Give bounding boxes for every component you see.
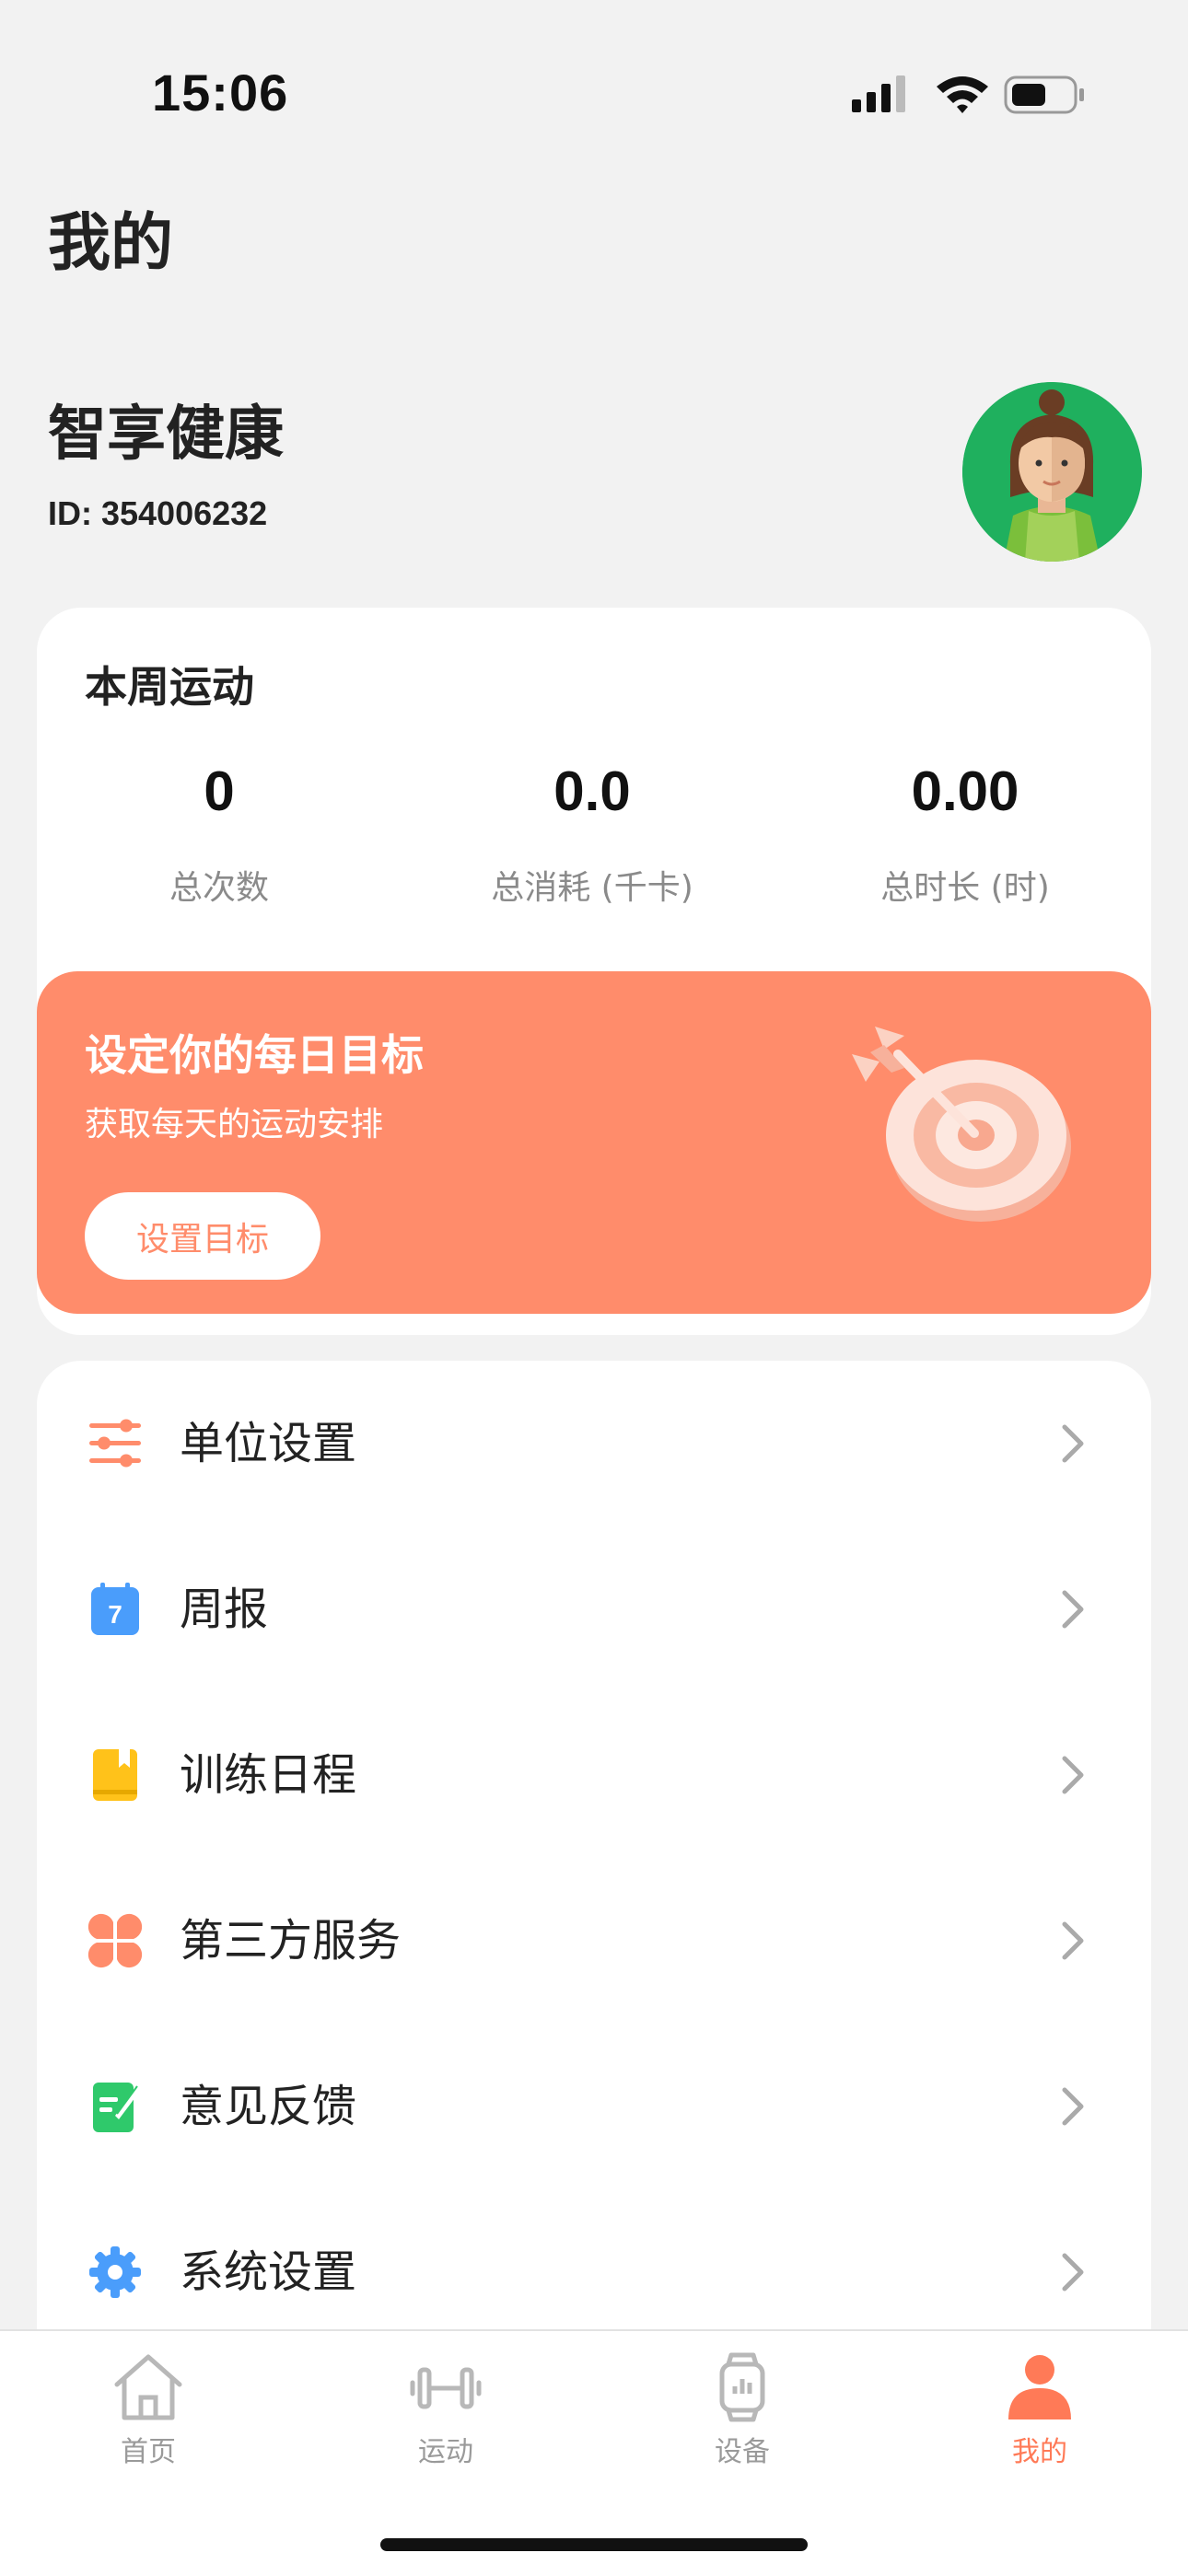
person-icon (1008, 2355, 1071, 2419)
tab-me[interactable]: 我的 (948, 2351, 1132, 2489)
tab-label: 我的 (1012, 2436, 1067, 2468)
stat-value: 0.0 (553, 760, 631, 822)
chevron-right-icon (1062, 1921, 1084, 1960)
menu-item-label: 周报 (180, 1584, 269, 1635)
menu-item-label: 训练日程 (180, 1749, 357, 1801)
stat-value: 0.00 (911, 760, 1019, 822)
clover-icon (87, 1913, 143, 1968)
chevron-right-icon (1062, 1756, 1084, 1794)
stat-label: 总时长 (时) (880, 869, 1050, 907)
stat-total-count: 0 总次数 (53, 760, 385, 909)
weekly-stats-title: 本周运动 (85, 662, 254, 712)
stat-total-calories: 0.0 总消耗 (千卡) (426, 760, 758, 909)
menu-item-label: 第三方服务 (180, 1915, 402, 1967)
avatar[interactable] (962, 382, 1142, 562)
menu-item-label: 单位设置 (180, 1418, 357, 1469)
tab-home[interactable]: 首页 (56, 2351, 240, 2489)
settings-menu: 单位设置 7 周报 训练日程 第三方服务 意见反馈 系统设置 (37, 1361, 1151, 2373)
set-goal-button[interactable]: 设置目标 (85, 1192, 320, 1280)
tab-workout[interactable]: 运动 (354, 2351, 538, 2489)
chevron-right-icon (1062, 1590, 1084, 1629)
stat-label: 总消耗 (千卡) (491, 869, 693, 907)
user-id: ID: 354006232 (48, 494, 268, 532)
calendar-badge: 7 (108, 1600, 122, 1629)
menu-item-third-party[interactable]: 第三方服务 (37, 1858, 1151, 2024)
tab-label: 设备 (715, 2436, 770, 2468)
chevron-right-icon (1062, 2087, 1084, 2126)
dumbbell-icon (410, 2367, 482, 2409)
gear-icon (89, 2246, 141, 2298)
calendar-icon: 7 (91, 1583, 139, 1635)
sliders-icon (89, 1419, 141, 1468)
menu-item-label: 系统设置 (180, 2246, 357, 2298)
feedback-icon (93, 2083, 141, 2132)
goal-subtitle: 获取每天的运动安排 (85, 1106, 384, 1143)
home-icon (114, 2354, 182, 2420)
chevron-right-icon (1062, 2253, 1084, 2292)
status-time: 15:06 (152, 64, 289, 122)
menu-item-feedback[interactable]: 意见反馈 (37, 2024, 1151, 2189)
goal-title: 设定你的每日目标 (85, 1030, 424, 1080)
user-name[interactable]: 智享健康 (48, 387, 284, 471)
menu-item-weekly-report[interactable]: 7 周报 (37, 1526, 1151, 1692)
chevron-right-icon (1062, 1424, 1084, 1463)
stat-label: 总次数 (169, 869, 269, 907)
status-icons (852, 75, 1084, 114)
stat-value: 0 (204, 760, 235, 822)
menu-item-unit-settings[interactable]: 单位设置 (37, 1361, 1151, 1526)
book-icon (93, 1749, 137, 1801)
stat-total-duration: 0.00 总时长 (时) (799, 760, 1131, 909)
target-dart-icon (852, 1027, 1071, 1222)
daily-goal-banner[interactable]: 设定你的每日目标 获取每天的运动安排 设置目标 (37, 971, 1151, 1314)
menu-item-training-schedule[interactable]: 训练日程 (37, 1692, 1151, 1858)
signal-icon (852, 75, 905, 112)
wifi-icon (937, 76, 988, 113)
battery-icon (1004, 75, 1084, 114)
tab-label: 首页 (121, 2436, 176, 2468)
page-title: 我的 (48, 207, 174, 280)
home-indicator[interactable] (380, 2538, 808, 2551)
tab-device[interactable]: 设备 (650, 2351, 834, 2489)
avatar-woman-icon (962, 382, 1141, 562)
tab-label: 运动 (418, 2436, 473, 2468)
watch-icon (719, 2352, 765, 2422)
menu-item-label: 意见反馈 (180, 2081, 357, 2132)
